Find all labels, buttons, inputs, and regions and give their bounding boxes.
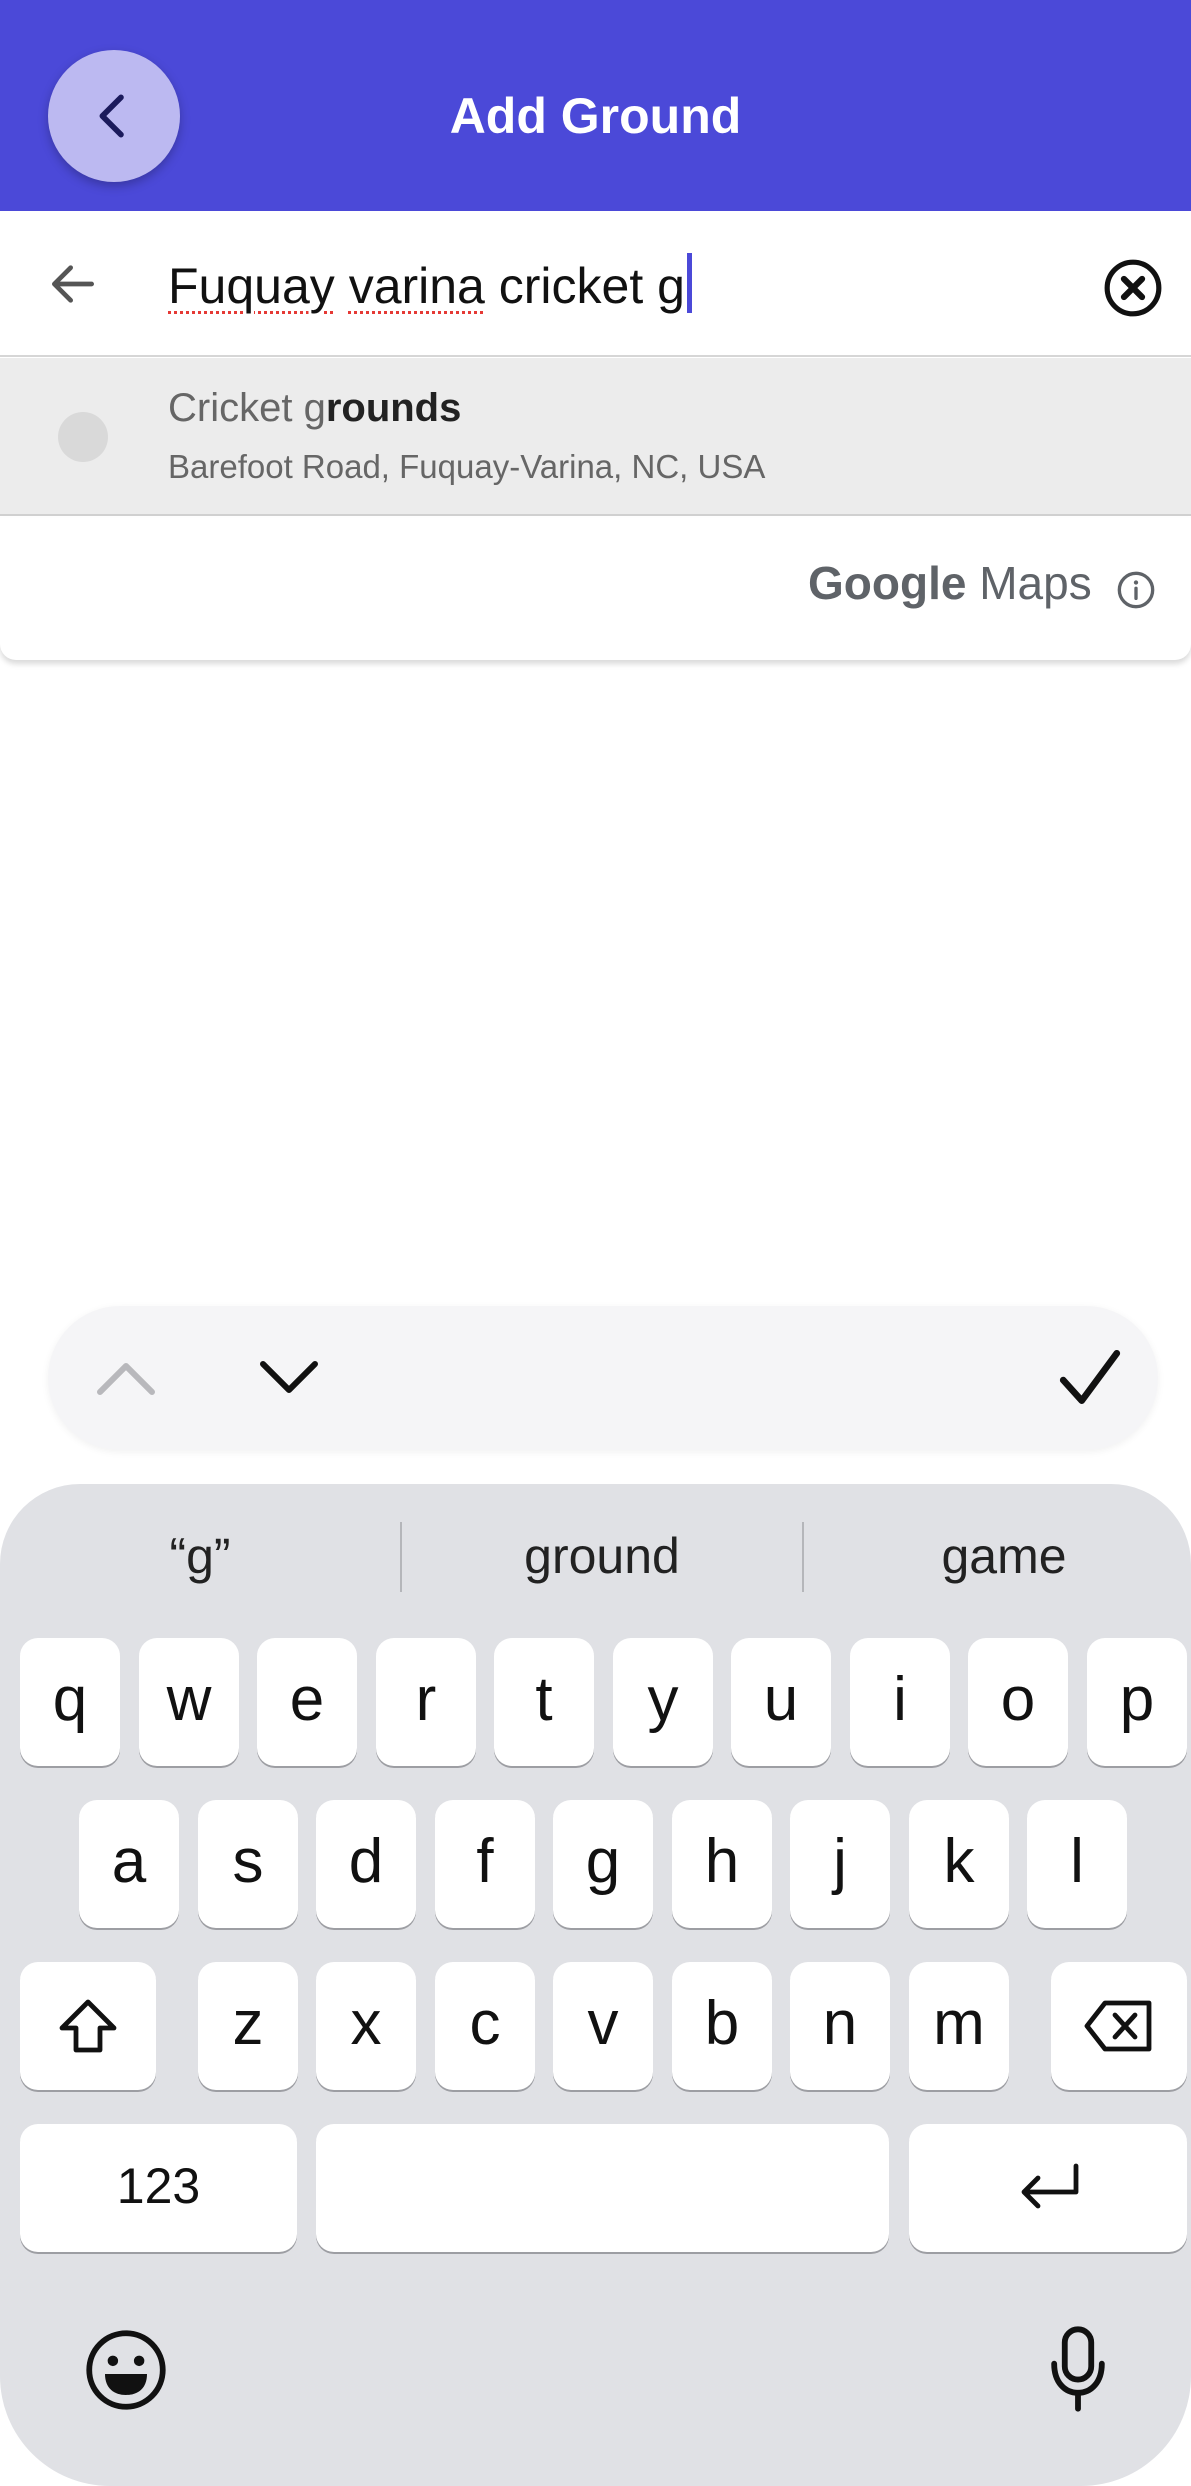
key-k[interactable]: k bbox=[909, 1800, 1009, 1928]
key-q[interactable]: q bbox=[20, 1638, 120, 1766]
prediction-3[interactable]: game bbox=[804, 1484, 1191, 1629]
shift-key[interactable] bbox=[20, 1962, 156, 2090]
search-bar: Fuquay varina cricket g bbox=[0, 211, 1191, 357]
suggestion-title: Cricket grounds bbox=[168, 386, 461, 431]
back-button[interactable] bbox=[48, 50, 180, 182]
key-t[interactable]: t bbox=[494, 1638, 594, 1766]
key-o[interactable]: o bbox=[968, 1638, 1068, 1766]
checkmark-icon bbox=[1059, 1349, 1121, 1404]
backspace-icon bbox=[1084, 2000, 1152, 2052]
info-button[interactable] bbox=[1114, 568, 1158, 612]
suggestion-title-match: Cricket g bbox=[168, 386, 326, 430]
maps-wordmark: Maps bbox=[979, 557, 1092, 609]
place-suggestion-item[interactable]: Cricket grounds Barefoot Road, Fuquay-Va… bbox=[0, 358, 1191, 516]
key-w[interactable]: w bbox=[139, 1638, 239, 1766]
key-g[interactable]: g bbox=[553, 1800, 653, 1928]
key-a[interactable]: a bbox=[79, 1800, 179, 1928]
emoji-icon bbox=[86, 2330, 166, 2410]
suggestion-title-rest: rounds bbox=[325, 386, 462, 430]
key-m[interactable]: m bbox=[909, 1962, 1009, 2090]
google-maps-attribution: Google Maps bbox=[0, 518, 1191, 660]
shift-icon bbox=[59, 1999, 117, 2053]
suggestion-address: Barefoot Road, Fuquay-Varina, NC, USA bbox=[168, 448, 766, 485]
key-f[interactable]: f bbox=[435, 1800, 535, 1928]
key-v[interactable]: v bbox=[553, 1962, 653, 2090]
app-header: Add Ground bbox=[0, 0, 1191, 211]
search-word-1: Fuquay bbox=[168, 258, 335, 314]
key-h[interactable]: h bbox=[672, 1800, 772, 1928]
on-screen-keyboard: “g” ground game q w e r t y u i o p a s … bbox=[0, 1484, 1191, 2486]
done-button[interactable] bbox=[1048, 1336, 1132, 1420]
keyboard-accessory-bar bbox=[48, 1306, 1158, 1450]
chevron-down-icon bbox=[260, 1361, 318, 1393]
search-back-button[interactable] bbox=[40, 251, 106, 317]
return-key[interactable] bbox=[909, 2124, 1187, 2252]
prediction-2[interactable]: ground bbox=[402, 1484, 802, 1629]
search-input[interactable]: Fuquay varina cricket g bbox=[168, 253, 692, 316]
key-n[interactable]: n bbox=[790, 1962, 890, 2090]
search-word-2: varina bbox=[348, 258, 485, 314]
key-b[interactable]: b bbox=[672, 1962, 772, 2090]
info-icon bbox=[1117, 571, 1155, 609]
key-j[interactable]: j bbox=[790, 1800, 890, 1928]
key-u[interactable]: u bbox=[731, 1638, 831, 1766]
backspace-key[interactable] bbox=[1051, 1962, 1187, 2090]
key-s[interactable]: s bbox=[198, 1800, 298, 1928]
key-x[interactable]: x bbox=[316, 1962, 416, 2090]
key-e[interactable]: e bbox=[257, 1638, 357, 1766]
google-wordmark: Google bbox=[808, 557, 967, 609]
key-z[interactable]: z bbox=[198, 1962, 298, 2090]
key-r[interactable]: r bbox=[376, 1638, 476, 1766]
key-d[interactable]: d bbox=[316, 1800, 416, 1928]
chevron-left-icon bbox=[99, 94, 124, 138]
text-caret bbox=[686, 253, 692, 313]
close-circle-icon bbox=[1104, 259, 1162, 317]
google-maps-logo: Google Maps bbox=[808, 556, 1092, 610]
key-l[interactable]: l bbox=[1027, 1800, 1127, 1928]
next-field-button[interactable] bbox=[253, 1342, 325, 1414]
previous-field-button[interactable] bbox=[90, 1342, 162, 1414]
screen: Add Ground Fuquay varina cricket g Crick… bbox=[0, 0, 1191, 2486]
search-word-rest: cricket g bbox=[498, 258, 685, 314]
key-i[interactable]: i bbox=[850, 1638, 950, 1766]
prediction-1[interactable]: “g” bbox=[0, 1484, 400, 1629]
key-c[interactable]: c bbox=[435, 1962, 535, 2090]
microphone-icon bbox=[1051, 2326, 1105, 2412]
arrow-left-icon bbox=[52, 265, 94, 303]
microphone-button[interactable] bbox=[1030, 2314, 1126, 2424]
return-icon bbox=[1021, 2163, 1079, 2209]
key-y[interactable]: y bbox=[613, 1638, 713, 1766]
space-key[interactable] bbox=[316, 2124, 889, 2252]
numbers-key[interactable]: 123 bbox=[20, 2124, 297, 2252]
chevron-up-icon bbox=[97, 1363, 155, 1395]
place-marker-icon bbox=[58, 412, 108, 462]
key-p[interactable]: p bbox=[1087, 1638, 1187, 1766]
clear-search-button[interactable] bbox=[1100, 255, 1166, 321]
emoji-button[interactable] bbox=[78, 2322, 174, 2418]
